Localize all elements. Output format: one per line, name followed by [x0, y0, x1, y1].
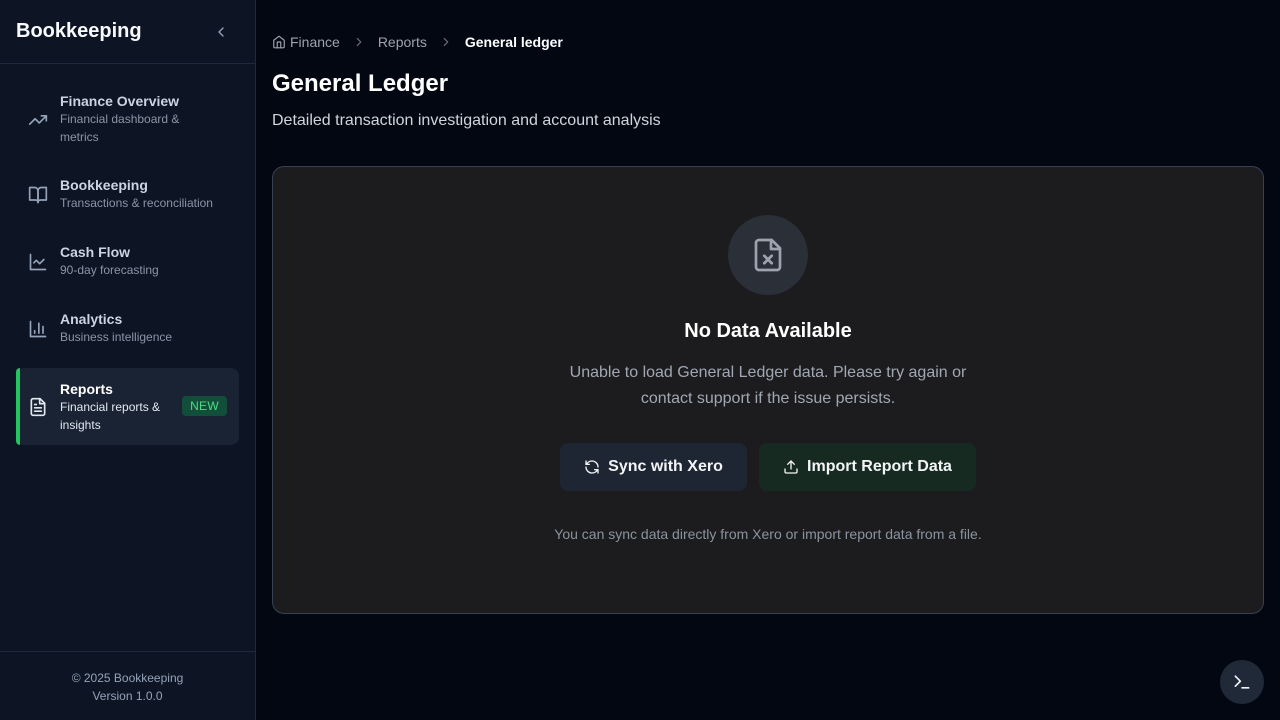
sidebar-item-label: Bookkeeping — [60, 177, 148, 193]
page-description: Detailed transaction investigation and a… — [272, 112, 661, 129]
import-report-data-button[interactable]: Import Report Data — [759, 443, 976, 491]
terminal-icon — [1234, 675, 1250, 689]
chevron-right-icon — [352, 35, 366, 49]
sidebar-item-cash-flow[interactable]: Cash Flow 90-day forecasting — [16, 234, 239, 288]
sidebar-item-finance-overview[interactable]: Finance Overview Financial dashboard & m… — [16, 82, 239, 154]
version-text: Version 1.0.0 — [92, 689, 163, 703]
active-indicator — [16, 368, 20, 445]
sidebar-item-subtitle: Financial reports & insights — [60, 400, 161, 432]
chevron-right-icon — [439, 35, 453, 49]
sidebar-item-analytics[interactable]: Analytics Business intelligence — [16, 301, 239, 355]
empty-state-title: No Data Available — [684, 320, 852, 342]
sidebar-item-label: Analytics — [60, 311, 123, 327]
new-badge: NEW — [182, 396, 227, 416]
book-open-icon — [28, 186, 48, 204]
refresh-icon — [585, 460, 599, 474]
line-chart-icon — [29, 253, 47, 271]
sidebar-item-label: Reports — [60, 381, 113, 397]
sidebar: Bookkeeping Finance Overview Financial d… — [0, 0, 256, 720]
chevron-left-icon — [218, 26, 224, 37]
collapse-sidebar-button[interactable] — [211, 22, 231, 42]
sidebar-item-subtitle: Financial dashboard & metrics — [60, 112, 180, 144]
terminal-button[interactable] — [1220, 660, 1264, 704]
sidebar-header: Bookkeeping — [0, 0, 255, 64]
sidebar-item-subtitle: 90-day forecasting — [60, 263, 159, 277]
file-text-icon — [30, 397, 46, 417]
empty-state-card: No Data Available Unable to load General… — [272, 166, 1264, 614]
sidebar-item-subtitle: Transactions & reconciliation — [60, 196, 213, 210]
empty-state-hint: You can sync data directly from Xero or … — [554, 526, 982, 542]
home-icon — [273, 35, 285, 49]
app-title: Bookkeeping — [16, 20, 142, 42]
sidebar-item-label: Cash Flow — [60, 244, 131, 260]
import-button-label: Import Report Data — [807, 458, 952, 475]
trending-up-icon — [28, 115, 48, 125]
sidebar-nav: Finance Overview Financial dashboard & m… — [16, 82, 239, 445]
sync-button-label: Sync with Xero — [608, 458, 723, 475]
sidebar-item-reports[interactable]: Reports Financial reports & insights NEW — [16, 368, 239, 445]
breadcrumb-current: General ledger — [464, 34, 563, 50]
bar-chart-icon — [29, 320, 47, 338]
empty-state-icon-container — [728, 215, 808, 295]
page-title: General Ledger — [272, 70, 449, 97]
breadcrumb: Finance Reports General ledger — [272, 34, 563, 50]
upload-icon — [784, 460, 798, 474]
empty-state-message: Unable to load General Ledger data. Plea… — [569, 364, 967, 407]
breadcrumb-finance[interactable]: Finance — [272, 34, 340, 50]
breadcrumb-reports[interactable]: Reports — [378, 34, 427, 50]
sidebar-item-label: Finance Overview — [60, 93, 180, 109]
copyright-text: © 2025 Bookkeeping — [71, 671, 184, 685]
breadcrumb-label: Finance — [290, 34, 340, 50]
sync-with-xero-button[interactable]: Sync with Xero — [560, 443, 747, 491]
sidebar-item-bookkeeping[interactable]: Bookkeeping Transactions & reconciliatio… — [16, 167, 239, 221]
sidebar-item-subtitle: Business intelligence — [60, 330, 173, 344]
file-x-icon — [754, 238, 782, 272]
sidebar-footer: © 2025 Bookkeeping Version 1.0.0 — [0, 651, 255, 720]
